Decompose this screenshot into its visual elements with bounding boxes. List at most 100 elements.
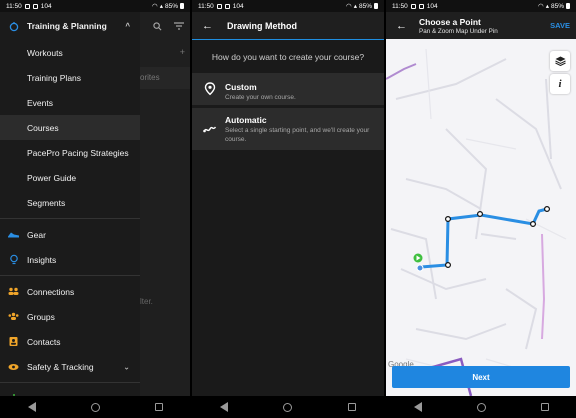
option-description: Select a single starting point, and we'l… <box>225 127 370 143</box>
people-icon <box>8 286 19 297</box>
drawer-item-label: Training & Planning <box>27 21 107 31</box>
drawer-item-groups[interactable]: Groups <box>0 304 140 329</box>
back-arrow-icon[interactable]: ← <box>396 20 407 32</box>
drawer-item-pacepro[interactable]: PacePro Pacing Strategies <box>0 140 140 165</box>
screen-choose-point: 11:50 104 ◠ ▴ 85% ← Choose a Point Pan &… <box>386 0 576 418</box>
status-extra: 104 <box>426 2 438 10</box>
back-icon[interactable] <box>413 402 422 412</box>
stopwatch-icon <box>8 21 19 32</box>
drawer-item-contacts[interactable]: Contacts <box>0 329 140 354</box>
screen-navigation-drawer: 11:50 104 ◠ ▴ 85% + orites lter. Trainin… <box>0 0 190 418</box>
screen-drawing-method: 11:50 104 ◠ ▴ 85% ← Drawing Method How d… <box>192 0 384 418</box>
system-nav-bar <box>0 396 190 418</box>
notification-icon <box>24 3 30 9</box>
drawer-item-training-plans[interactable]: Training Plans <box>0 65 140 90</box>
save-button[interactable]: SAVE <box>550 21 570 30</box>
drawer-item-power-guide[interactable]: Power Guide <box>0 165 140 190</box>
filter-icon[interactable] <box>174 22 184 30</box>
layers-button[interactable] <box>550 51 570 71</box>
next-button[interactable]: Next <box>392 366 570 388</box>
drawer-item-courses[interactable]: Courses <box>0 115 140 140</box>
eye-icon <box>8 361 19 372</box>
add-icon[interactable]: + <box>180 47 185 57</box>
status-bar: 11:50 104 ◠ ▴ 85% <box>386 0 576 12</box>
map-canvas <box>386 48 567 396</box>
drawer-item-label: Events <box>27 97 53 108</box>
status-bar: 11:50 104 ◠ ▴ 85% <box>0 0 190 12</box>
back-icon[interactable] <box>219 402 228 412</box>
drawer-item-label: PacePro Pacing Strategies <box>27 147 129 158</box>
app-bar: ← Choose a Point Pan & Zoom Map Under Pi… <box>386 12 576 39</box>
app-bar: ← Drawing Method <box>192 12 384 40</box>
drawer-item-connections[interactable]: Connections <box>0 279 140 304</box>
map-streets <box>390 58 562 350</box>
wifi-icon: ◠ <box>152 3 158 10</box>
drawer-item-label: Groups <box>27 311 55 322</box>
drawer-item-label: Connections <box>27 286 75 297</box>
wifi-icon: ◠ <box>538 3 544 10</box>
option-description: Create your own course. <box>225 94 296 101</box>
drawer-item-label: Contacts <box>27 336 61 347</box>
info-icon: i <box>558 78 562 90</box>
layers-icon <box>554 56 566 66</box>
status-battery: 85% <box>550 2 564 10</box>
search-icon[interactable] <box>153 21 162 31</box>
info-button[interactable]: i <box>550 74 570 94</box>
page-title: Choose a Point <box>419 16 481 27</box>
home-icon[interactable] <box>283 402 293 412</box>
drawer-item-gear[interactable]: Gear <box>0 222 140 247</box>
page-subtitle: Pan & Zoom Map Under Pin <box>419 27 498 35</box>
status-extra: 104 <box>232 2 244 10</box>
map-trail <box>386 63 417 80</box>
home-icon[interactable] <box>90 402 100 412</box>
option-title: Automatic <box>225 115 267 125</box>
drawer-item-segments[interactable]: Segments <box>0 190 140 215</box>
recent-apps-icon[interactable] <box>154 403 163 411</box>
status-bar: 11:50 104 ◠ ▴ 85% <box>192 0 384 12</box>
drawer-item-events[interactable]: Events <box>0 90 140 115</box>
route-point[interactable] <box>530 221 537 228</box>
shoe-icon <box>8 229 19 240</box>
route-point[interactable] <box>476 211 483 218</box>
route-point[interactable] <box>444 216 451 223</box>
location-pin-icon <box>204 82 216 96</box>
option-custom[interactable]: Custom Create your own course. <box>192 73 384 105</box>
route-squiggle-icon <box>203 126 217 133</box>
recent-apps-icon[interactable] <box>540 403 549 411</box>
drawer-item-label: Power Guide <box>27 172 77 183</box>
home-icon[interactable] <box>476 402 486 412</box>
back-icon[interactable] <box>27 402 36 412</box>
divider <box>0 218 140 219</box>
drawer-item-insights[interactable]: Insights <box>0 247 140 272</box>
screens: 11:50 104 ◠ ▴ 85% + orites lter. Trainin… <box>0 0 576 418</box>
back-arrow-icon[interactable]: ← <box>202 20 213 32</box>
drawer-item-training-planning[interactable]: Training & Planning ^ <box>0 12 140 40</box>
map-view[interactable]: i Google Next <box>386 39 576 396</box>
signal-icon: ▴ <box>545 3 549 10</box>
option-automatic[interactable]: Automatic Select a single starting point… <box>192 108 384 150</box>
recent-apps-icon[interactable] <box>348 403 357 411</box>
drawer-item-label: Insights <box>27 254 57 265</box>
current-location-icon <box>416 264 424 272</box>
battery-icon <box>180 3 184 9</box>
navigation-drawer: Training & Planning ^ Workouts Training … <box>0 12 140 404</box>
wifi-icon: ◠ <box>346 3 352 10</box>
signal-icon: ▴ <box>159 3 163 10</box>
background-text: lter. <box>140 297 153 306</box>
drawer-item-label: Gear <box>27 229 46 240</box>
battery-icon <box>566 3 570 9</box>
drawer-item-label: Training Plans <box>27 72 82 83</box>
notification-icon <box>32 3 38 9</box>
background-screen: + orites lter. <box>140 12 190 396</box>
route-point[interactable] <box>444 262 451 269</box>
page-title: Drawing Method <box>227 20 297 31</box>
drawer-item-workouts[interactable]: Workouts <box>0 40 140 65</box>
drawer-item-label: Segments <box>27 197 66 208</box>
drawer-item-safety-tracking[interactable]: Safety & Tracking ⌄ <box>0 354 140 379</box>
option-title: Custom <box>225 82 257 92</box>
drawer-item-label: Safety & Tracking <box>27 361 94 372</box>
favorites-tab[interactable]: orites <box>140 67 190 89</box>
route-point[interactable] <box>544 206 551 213</box>
divider <box>0 382 140 383</box>
status-battery: 85% <box>164 2 178 10</box>
